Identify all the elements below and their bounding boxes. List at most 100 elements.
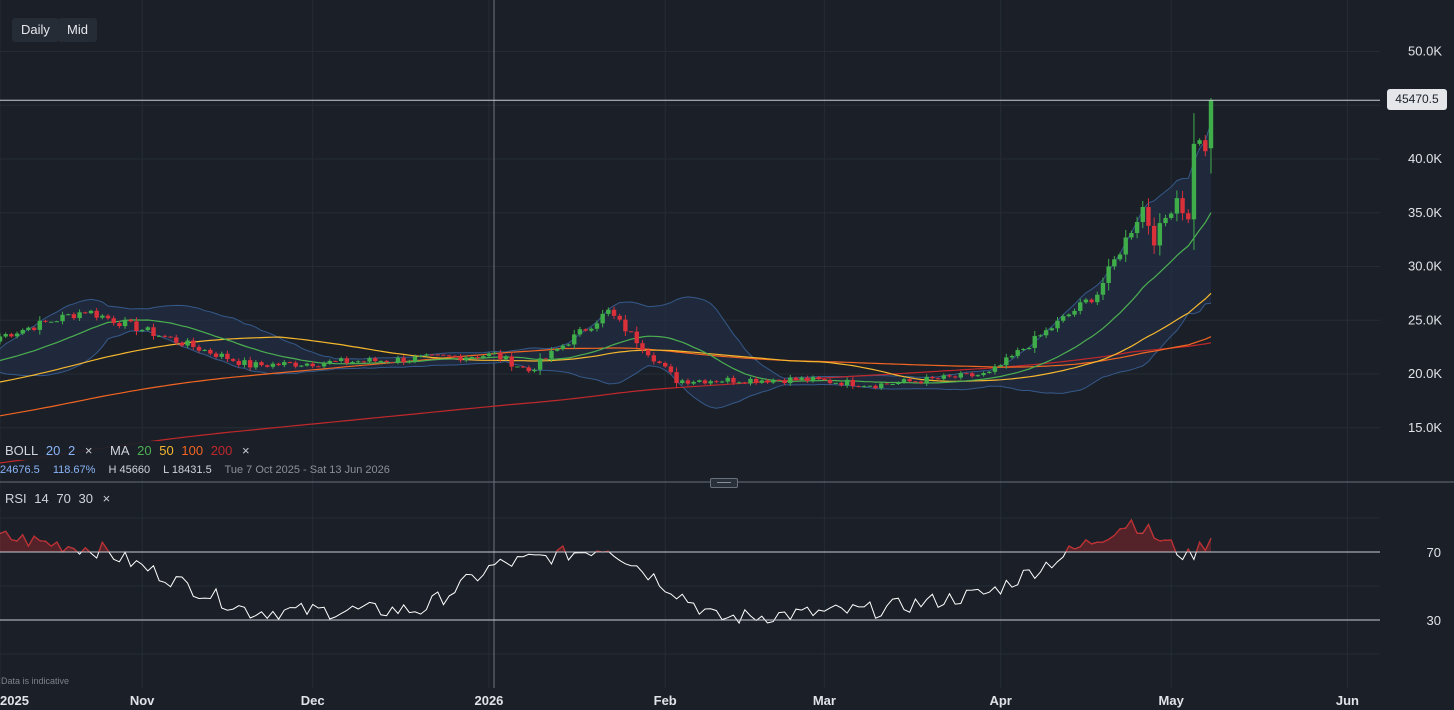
- candle-body: [901, 379, 907, 383]
- candle-body: [657, 361, 662, 363]
- candle-body: [623, 319, 628, 332]
- candle-body: [128, 319, 133, 322]
- candle-body: [1021, 349, 1026, 351]
- rsi-tick-label: 30: [1427, 613, 1441, 628]
- x-tick-label: 2025: [0, 693, 29, 708]
- candle-body: [611, 309, 617, 316]
- candle-body: [736, 382, 742, 384]
- candle-body: [503, 356, 509, 360]
- candle-body: [691, 381, 696, 384]
- candle-body: [674, 372, 679, 384]
- y-tick-label: 20.0K: [1408, 366, 1442, 381]
- candle: [3, 332, 8, 339]
- x-axis: 2025 Nov Dec 2026 Feb Mar Apr May Jun: [0, 693, 1359, 708]
- ma-label[interactable]: MA: [110, 443, 130, 458]
- candle-body: [441, 354, 446, 356]
- candle-body: [259, 362, 264, 366]
- candle-body: [105, 315, 111, 319]
- candle-body: [776, 379, 782, 381]
- candle-body: [1129, 233, 1134, 238]
- candle-body: [60, 314, 65, 322]
- candle-body: [350, 362, 355, 364]
- candle-body: [401, 357, 406, 363]
- range-stats: 24676.5 118.67% H 45660 L 18431.5 Tue 7 …: [0, 464, 400, 476]
- rsi-lower: 30: [78, 491, 93, 506]
- indicator-legend: BOLL 20 2 × MA 20 50 100 200 ×: [0, 441, 259, 460]
- candle-body: [685, 380, 691, 384]
- candle-body: [26, 327, 31, 331]
- candle-body: [805, 377, 810, 381]
- candle-body: [566, 344, 571, 346]
- candle-body: [651, 355, 657, 362]
- candle-body: [1157, 223, 1163, 246]
- remove-boll-icon[interactable]: ×: [85, 443, 93, 458]
- price-chart[interactable]: 50.0K 40.0K 35.0K 30.0K 25.0K 20.0K 15.0K 70 30 2…: [0, 0, 1454, 710]
- candle-body: [628, 331, 634, 333]
- candle-body: [907, 379, 912, 382]
- price-type-button[interactable]: Mid: [58, 18, 97, 42]
- candle-body: [759, 380, 765, 383]
- candle-body: [464, 357, 469, 361]
- rsi-legend: RSI 14 70 30 ×: [0, 489, 120, 508]
- candle-body: [662, 362, 668, 367]
- candle-body: [1151, 225, 1157, 246]
- pane-resize-handle[interactable]: [710, 478, 738, 488]
- candle-body: [589, 328, 594, 331]
- candle-body: [287, 362, 293, 364]
- candle-body: [549, 350, 554, 359]
- candle-body: [361, 361, 367, 363]
- candle-body: [714, 381, 719, 383]
- candle-body: [1032, 335, 1037, 348]
- candle-body: [1174, 198, 1180, 214]
- timeframe-button[interactable]: Daily: [12, 18, 59, 42]
- candle-body: [88, 310, 94, 314]
- disclaimer: Data is indicative: [1, 676, 70, 686]
- candle-body: [481, 356, 486, 358]
- x-tick-label: May: [1159, 693, 1185, 708]
- candle-body: [1060, 316, 1066, 321]
- candle-body: [378, 360, 384, 362]
- candle-body: [1089, 299, 1094, 303]
- candle-body: [174, 337, 179, 343]
- candle-body: [731, 377, 736, 383]
- boll-label[interactable]: BOLL: [5, 443, 38, 458]
- candle-body: [879, 383, 884, 389]
- candle-body: [327, 360, 332, 364]
- candle-body: [1004, 357, 1009, 366]
- candle-body: [1026, 347, 1032, 350]
- candle-body: [247, 360, 253, 368]
- candle-body: [645, 349, 651, 356]
- candle: [628, 331, 634, 333]
- candle: [435, 354, 440, 356]
- candle-body: [975, 375, 981, 377]
- candle-body: [913, 381, 918, 383]
- candle-body: [1123, 237, 1128, 255]
- candle-body: [321, 363, 327, 367]
- candle-body: [1072, 310, 1077, 315]
- candle-body: [429, 354, 435, 356]
- candle-body: [600, 313, 605, 324]
- candle-body: [1134, 222, 1140, 234]
- candle-body: [816, 377, 821, 380]
- rsi-tick-label: 70: [1427, 545, 1441, 560]
- candle-body: [697, 380, 702, 382]
- candle-body: [1083, 299, 1089, 303]
- candle-body: [145, 327, 151, 330]
- range-dates: Tue 7 Oct 2025 - Sat 13 Jun 2026: [224, 464, 390, 476]
- remove-rsi-icon[interactable]: ×: [103, 491, 111, 506]
- y-tick-label: 15.0K: [1408, 420, 1442, 435]
- candle-body: [935, 378, 941, 380]
- candle-body: [708, 381, 713, 384]
- candle-body: [827, 380, 833, 384]
- candle-body: [918, 381, 924, 384]
- range-change-value: 24676.5: [0, 464, 40, 476]
- candle-body: [606, 309, 611, 314]
- rsi-label[interactable]: RSI: [5, 491, 27, 506]
- candle-body: [884, 383, 890, 385]
- remove-ma-icon[interactable]: ×: [242, 443, 250, 458]
- candle-body: [742, 382, 747, 384]
- candle-body: [572, 334, 577, 345]
- candle-body: [282, 362, 287, 366]
- candle-body: [537, 358, 543, 370]
- candle: [48, 321, 54, 323]
